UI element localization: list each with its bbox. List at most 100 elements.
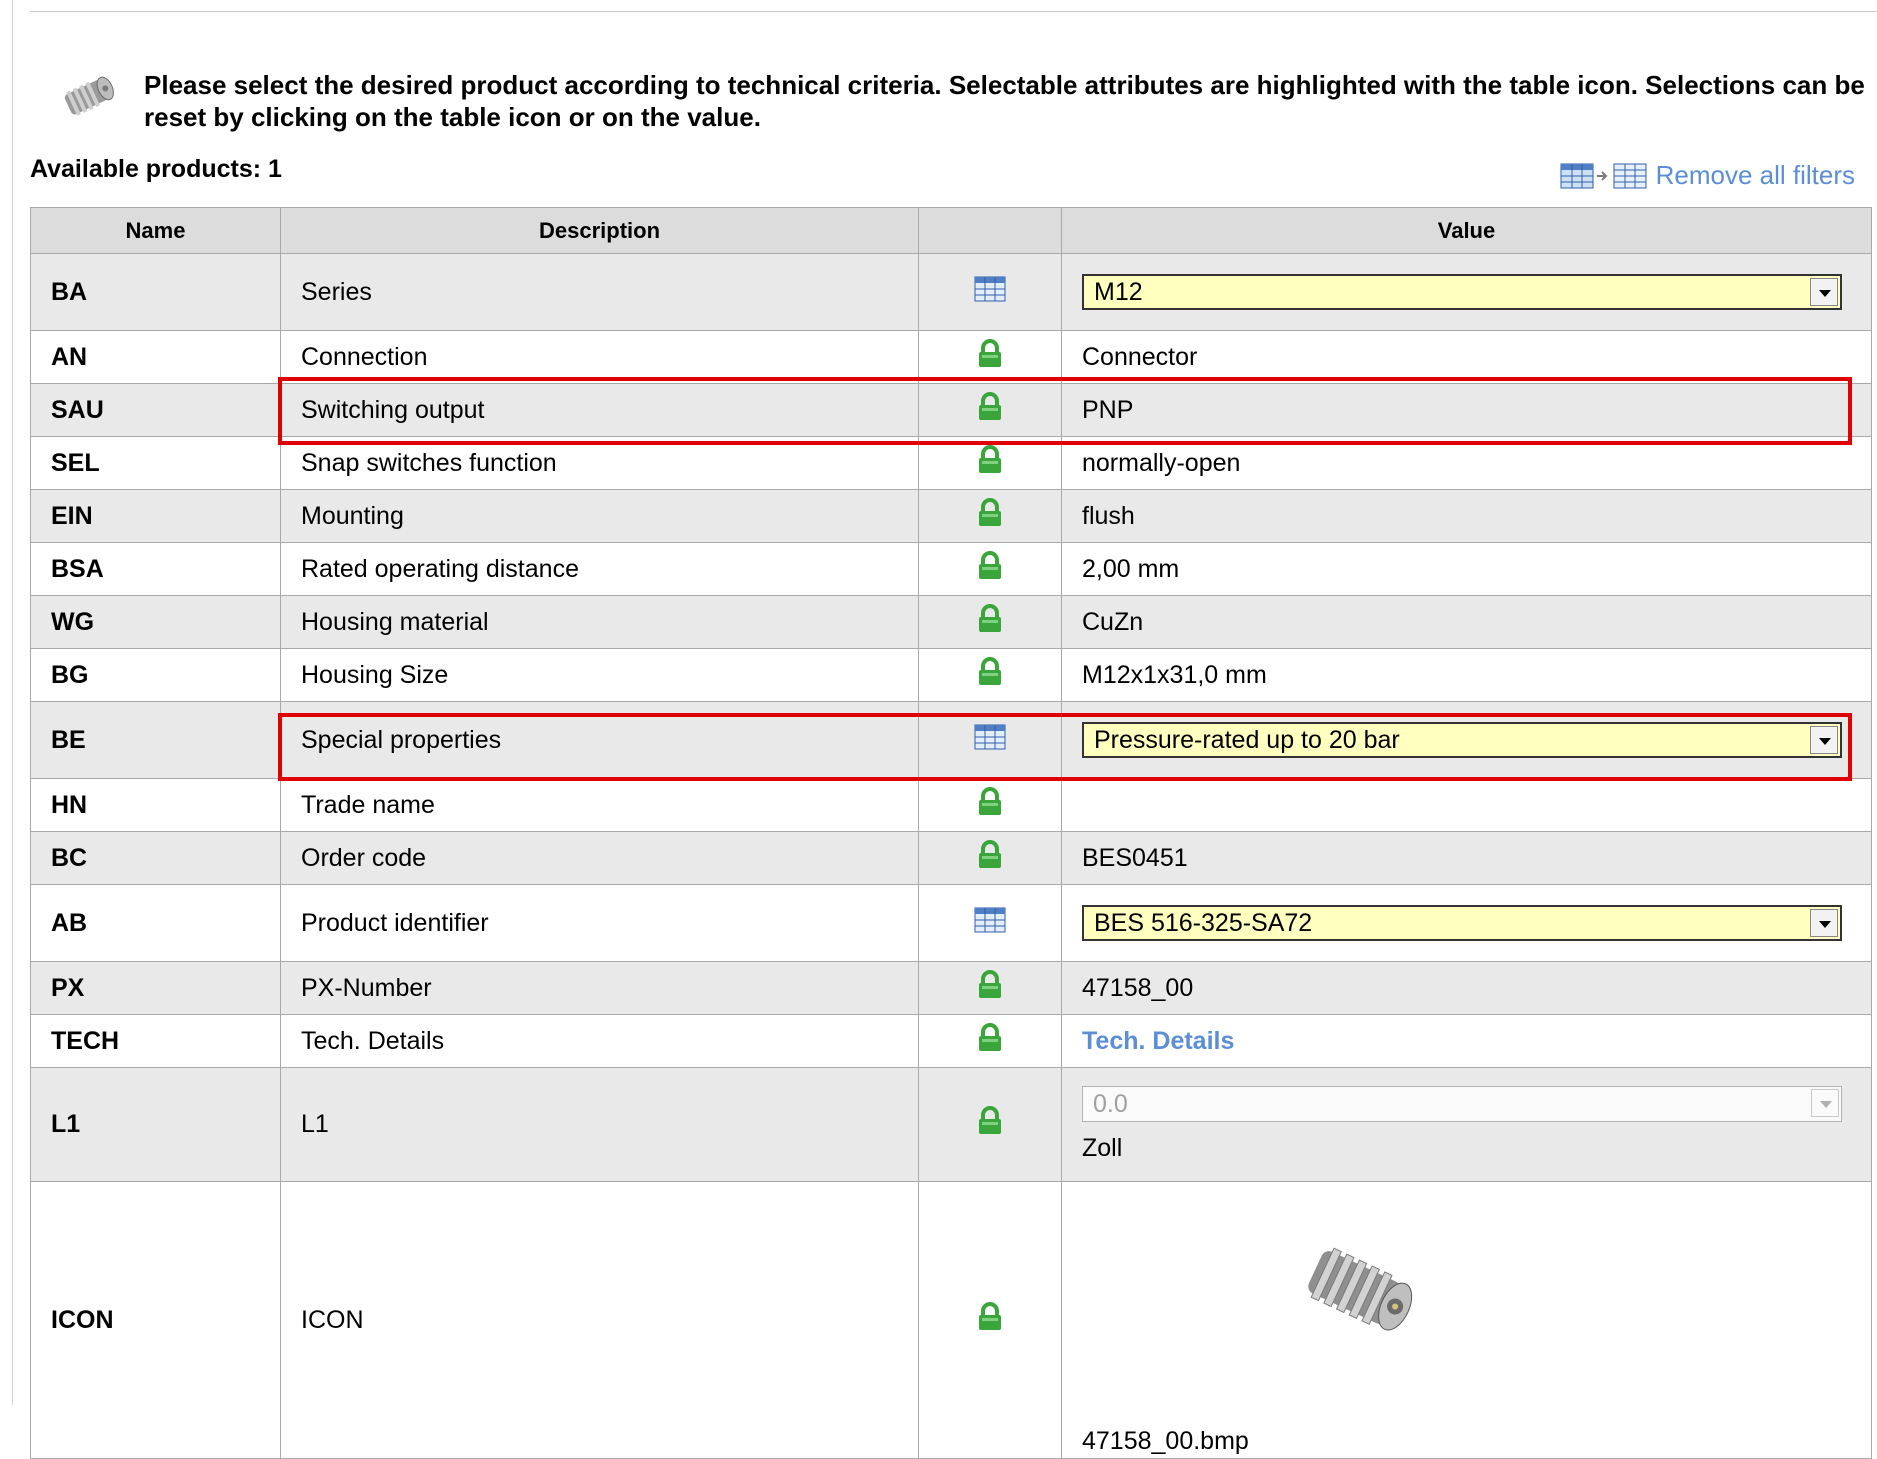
row-value: CuZn — [1061, 595, 1872, 649]
row-description: Rated operating distance — [280, 542, 919, 596]
table-row: AB Product identifier BES 516-325-SA72 — [30, 884, 1872, 962]
row-name: BA — [30, 253, 281, 331]
row-description: ICON — [280, 1181, 919, 1459]
table-row: BC Order code BES0451 — [30, 831, 1872, 885]
lock-icon — [979, 1022, 1001, 1051]
chevron-down-icon[interactable] — [1810, 726, 1838, 754]
row-name: BE — [30, 701, 281, 779]
row-value: 47158_00 — [1061, 961, 1872, 1015]
product-image — [1308, 1247, 1413, 1331]
l1-unit: Zoll — [1082, 1134, 1123, 1162]
product-identifier-select[interactable]: BES 516-325-SA72 — [1082, 905, 1842, 941]
table-row: WG Housing material CuZn — [30, 595, 1872, 649]
row-name: SAU — [30, 383, 281, 437]
row-description: PX-Number — [280, 961, 919, 1015]
row-value: normally-open — [1061, 436, 1872, 490]
sensor-icon — [64, 76, 114, 116]
row-description: Housing Size — [280, 648, 919, 702]
row-value: 2,00 mm — [1061, 542, 1872, 596]
lock-icon — [979, 1301, 1001, 1330]
table-row: PX PX-Number 47158_00 — [30, 961, 1872, 1015]
lock-icon — [979, 497, 1001, 526]
available-products-label: Available products: 1 — [30, 155, 282, 183]
product-attribute-table: Name Description Value BA Series M12 AN … — [30, 207, 1872, 1459]
image-filename: 47158_00.bmp — [1082, 1427, 1249, 1455]
header-icon — [918, 207, 1062, 254]
row-value: flush — [1061, 489, 1872, 543]
table-icon[interactable] — [974, 276, 1006, 302]
row-description: Mounting — [280, 489, 919, 543]
row-name: AN — [30, 330, 281, 384]
table-icon[interactable] — [974, 724, 1006, 750]
row-value: BES0451 — [1061, 831, 1872, 885]
table-icon[interactable] — [974, 907, 1006, 933]
row-name: BG — [30, 648, 281, 702]
row-description: Order code — [280, 831, 919, 885]
chevron-down-icon[interactable] — [1810, 278, 1838, 306]
row-name: SEL — [30, 436, 281, 490]
row-name: AB — [30, 884, 281, 962]
lock-icon — [979, 656, 1001, 685]
row-description: L1 — [280, 1067, 919, 1182]
row-description: Tech. Details — [280, 1014, 919, 1068]
lock-icon — [979, 1106, 1001, 1134]
row-value: M12x1x31,0 mm — [1061, 648, 1872, 702]
tech-details-link[interactable]: Tech. Details — [1082, 1027, 1234, 1055]
header-description: Description — [280, 207, 919, 254]
table-row: EIN Mounting flush — [30, 489, 1872, 543]
row-value: Connector — [1061, 330, 1872, 384]
row-name: L1 — [30, 1067, 281, 1182]
table-row: L1 L1 0.0 Zoll — [30, 1067, 1872, 1182]
row-description: Trade name — [280, 778, 919, 832]
l1-select: 0.0 — [1082, 1086, 1842, 1122]
lock-icon — [979, 969, 1001, 998]
product-identifier-select-value: BES 516-325-SA72 — [1094, 908, 1313, 937]
row-name: HN — [30, 778, 281, 832]
table-row: SEL Snap switches function normally-open — [30, 436, 1872, 490]
row-description: Snap switches function — [280, 436, 919, 490]
remove-all-filters-label[interactable]: Remove all filters — [1656, 160, 1855, 191]
row-name: WG — [30, 595, 281, 649]
table-row: BE Special properties Pressure-rated up … — [30, 701, 1872, 779]
row-value: PNP — [1061, 383, 1872, 437]
table-row: AN Connection Connector — [30, 330, 1872, 384]
lock-icon — [979, 550, 1001, 579]
intro-text: Please select the desired product accord… — [144, 70, 1865, 132]
lock-icon — [979, 444, 1001, 473]
series-select-value: M12 — [1094, 277, 1143, 306]
lock-icon — [979, 391, 1001, 420]
row-value — [1061, 778, 1872, 832]
l1-select-value: 0.0 — [1093, 1089, 1128, 1118]
table-row: SAU Switching output PNP — [30, 383, 1872, 437]
row-name: EIN — [30, 489, 281, 543]
table-header-row: Name Description Value — [30, 207, 1872, 254]
lock-icon — [979, 786, 1001, 815]
row-description: Product identifier — [280, 884, 919, 962]
header-name: Name — [30, 207, 281, 254]
row-name: TECH — [30, 1014, 281, 1068]
remove-all-filters-link[interactable]: Remove all filters — [1560, 160, 1855, 191]
chevron-down-icon — [1811, 1089, 1839, 1117]
lock-icon — [979, 603, 1001, 632]
series-select[interactable]: M12 — [1082, 274, 1842, 310]
remove-filters-icon — [1560, 163, 1647, 188]
chevron-down-icon[interactable] — [1810, 909, 1838, 937]
top-divider — [30, 11, 1877, 12]
table-row: BG Housing Size M12x1x31,0 mm — [30, 648, 1872, 702]
table-row: BSA Rated operating distance 2,00 mm — [30, 542, 1872, 596]
header-value: Value — [1061, 207, 1872, 254]
special-properties-select[interactable]: Pressure-rated up to 20 bar — [1082, 722, 1842, 758]
row-description: Switching output — [280, 383, 919, 437]
special-properties-select-value: Pressure-rated up to 20 bar — [1094, 725, 1400, 754]
row-name: BSA — [30, 542, 281, 596]
row-name: PX — [30, 961, 281, 1015]
row-description: Series — [280, 253, 919, 331]
table-row: ICON ICON 47158_00.bmp — [30, 1181, 1872, 1459]
table-row: BA Series M12 — [30, 253, 1872, 331]
row-description: Special properties — [280, 701, 919, 779]
lock-icon — [979, 839, 1001, 868]
table-row: HN Trade name — [30, 778, 1872, 832]
lock-icon — [979, 338, 1001, 367]
left-divider — [12, 0, 13, 1405]
row-name: ICON — [30, 1181, 281, 1459]
